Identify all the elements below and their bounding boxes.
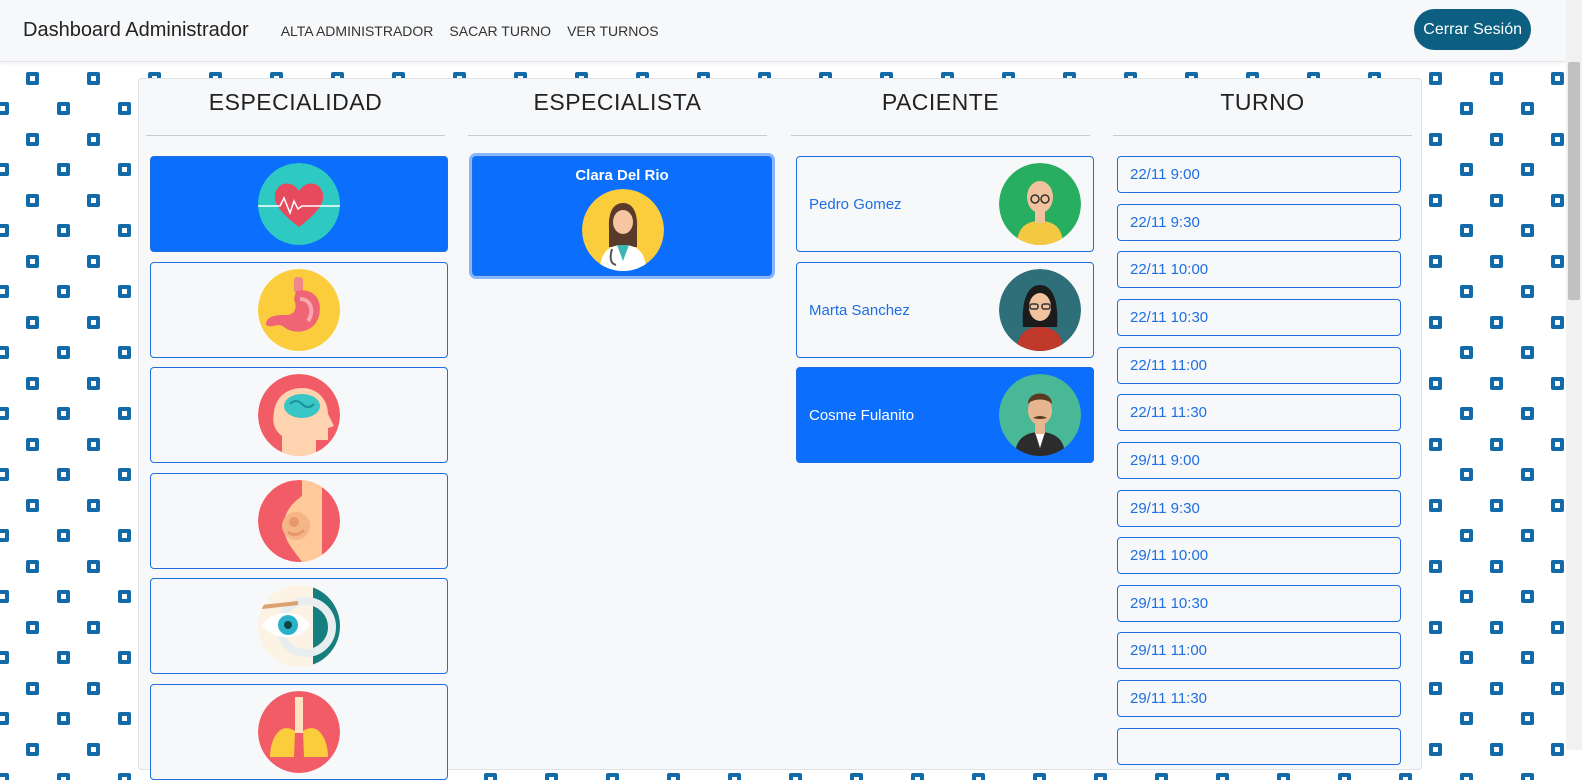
timeslot-button[interactable]: 22/11 9:00: [1117, 156, 1401, 193]
logout-button[interactable]: Cerrar Sesión: [1414, 9, 1531, 50]
especialidad-heading: ESPECIALIDAD: [208, 89, 383, 115]
divider: [791, 135, 1090, 136]
woman-glasses-avatar-icon: [999, 269, 1081, 351]
eye-icon: [258, 585, 340, 667]
heart-icon: [258, 163, 340, 245]
top-navbar: Dashboard Administrador ALTA ADMINISTRAD…: [0, 0, 1566, 62]
lungs-icon: [258, 691, 340, 773]
especialista-heading: ESPECIALISTA: [533, 89, 702, 115]
specialty-card-cardiology[interactable]: [150, 156, 448, 252]
man-mustache-avatar-icon: [999, 374, 1081, 456]
timeslot-button[interactable]: [1117, 728, 1401, 765]
specialty-card-obstetrics[interactable]: [150, 473, 448, 569]
navbar-brand[interactable]: Dashboard Administrador: [23, 19, 249, 42]
timeslot-button[interactable]: 22/11 11:00: [1117, 347, 1401, 384]
scrollbar-thumb[interactable]: [1568, 62, 1580, 300]
specialty-card-ophthalmology[interactable]: [150, 578, 448, 674]
stomach-icon: [258, 269, 340, 351]
timeslot-button[interactable]: 29/11 10:30: [1117, 585, 1401, 622]
patient-card[interactable]: Cosme Fulanito: [796, 367, 1094, 463]
turno-heading: TURNO: [1220, 89, 1305, 115]
brain-icon: [258, 374, 340, 456]
timeslot-button[interactable]: 29/11 11:30: [1117, 680, 1401, 717]
timeslot-button[interactable]: 29/11 11:00: [1117, 632, 1401, 669]
patient-name: Marta Sanchez: [809, 301, 910, 319]
especialista-column: ESPECIALISTA Clara Del Rio: [461, 79, 774, 276]
patient-name: Cosme Fulanito: [809, 406, 915, 424]
timeslot-button[interactable]: 29/11 10:00: [1117, 537, 1401, 574]
nav-link-sacar-turno[interactable]: SACAR TURNO: [449, 23, 551, 39]
timeslot-button[interactable]: 22/11 9:30: [1117, 204, 1401, 241]
specialty-card-pulmonology[interactable]: [150, 684, 448, 780]
bald-man-avatar-icon: [999, 163, 1081, 245]
patient-card[interactable]: Pedro Gomez: [796, 156, 1094, 252]
specialist-name: Clara Del Rio: [575, 167, 669, 184]
paciente-column: PACIENTE Pedro Gomez Marta Sanchez Cosme…: [784, 79, 1097, 463]
booking-panel: ESPECIALIDAD ESPECIALISTA Clara Del Rio …: [138, 78, 1422, 780]
page-scrollbar[interactable]: [1566, 0, 1582, 750]
doctor-avatar-icon: [582, 189, 664, 271]
divider: [1113, 135, 1412, 136]
divider: [468, 135, 767, 136]
paciente-heading: PACIENTE: [881, 89, 1000, 115]
nav-link-alta-administrador[interactable]: ALTA ADMINISTRADOR: [281, 23, 434, 39]
divider: [146, 135, 445, 136]
timeslot-button[interactable]: 22/11 10:30: [1117, 299, 1401, 336]
timeslot-button[interactable]: 22/11 11:30: [1117, 394, 1401, 431]
nav-link-ver-turnos[interactable]: VER TURNOS: [567, 23, 659, 39]
timeslot-button[interactable]: 29/11 9:00: [1117, 442, 1401, 479]
timeslot-button[interactable]: 22/11 10:00: [1117, 251, 1401, 288]
pregnancy-icon: [258, 480, 340, 562]
turno-column: TURNO 22/11 9:00 22/11 9:30 22/11 10:00 …: [1106, 79, 1419, 765]
timeslot-button[interactable]: 29/11 9:30: [1117, 490, 1401, 527]
specialist-card[interactable]: Clara Del Rio: [472, 156, 772, 276]
especialidad-column: ESPECIALIDAD: [139, 79, 452, 780]
specialty-card-gastroenterology[interactable]: [150, 262, 448, 358]
patient-name: Pedro Gomez: [809, 195, 902, 213]
nav-links: ALTA ADMINISTRADOR SACAR TURNO VER TURNO…: [281, 23, 659, 39]
patient-card[interactable]: Marta Sanchez: [796, 262, 1094, 358]
specialty-card-neurology[interactable]: [150, 367, 448, 463]
